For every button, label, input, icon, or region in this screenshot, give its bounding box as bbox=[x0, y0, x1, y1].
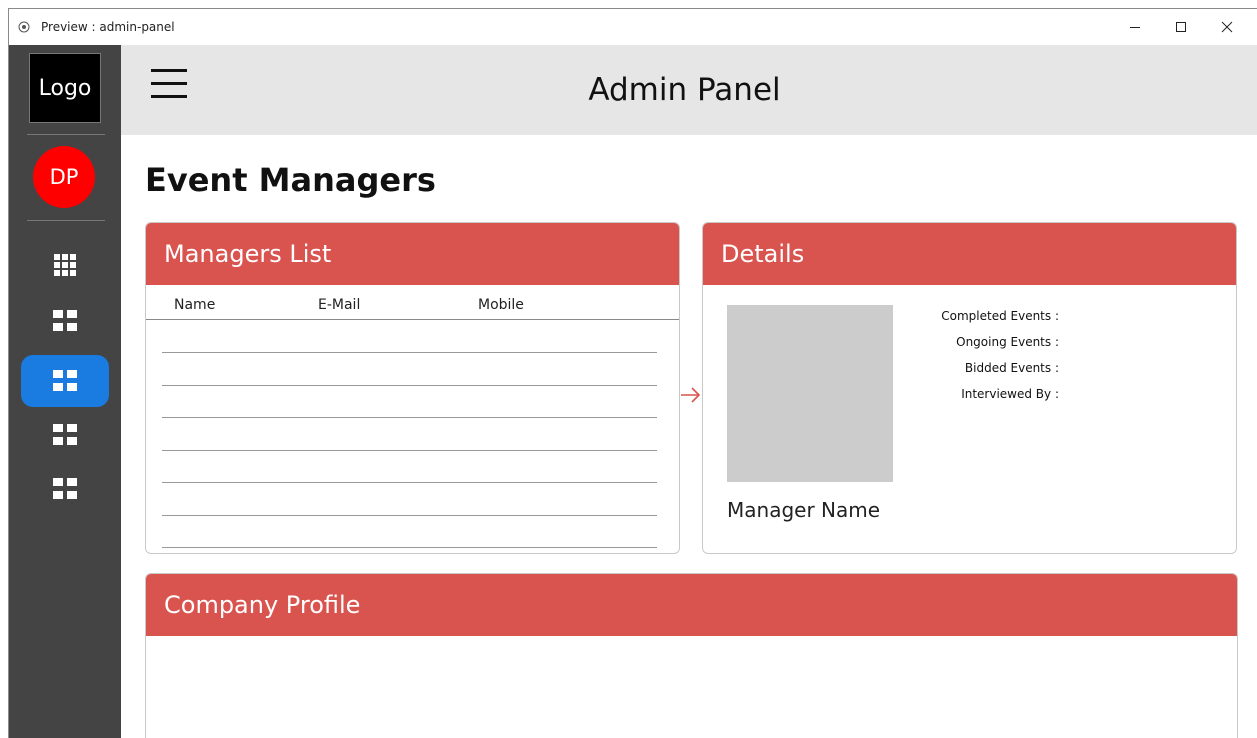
stat-interviewed-by: Interviewed By : bbox=[961, 387, 1059, 401]
logo: Logo bbox=[29, 53, 101, 123]
title-bar: Preview : admin-panel bbox=[9, 9, 1257, 45]
column-header-mobile[interactable]: Mobile bbox=[478, 297, 524, 313]
table-row[interactable] bbox=[162, 417, 657, 418]
maximize-button[interactable] bbox=[1158, 9, 1204, 45]
app-window: Preview : admin-panel Logo DP Admin Pane… bbox=[8, 8, 1257, 738]
sidebar-item-5[interactable] bbox=[21, 463, 109, 515]
sidebar: Logo DP bbox=[9, 45, 121, 738]
manager-stats: Completed Events : Ongoing Events : Bidd… bbox=[903, 309, 1059, 413]
grid-3x3-icon bbox=[54, 254, 76, 276]
window-controls bbox=[1112, 9, 1250, 45]
sidebar-item-2[interactable] bbox=[21, 295, 109, 347]
table-row[interactable] bbox=[162, 547, 657, 548]
close-button[interactable] bbox=[1204, 9, 1250, 45]
company-profile-title: Company Profile bbox=[146, 574, 1237, 636]
table-row[interactable] bbox=[162, 385, 657, 386]
stat-completed-events: Completed Events : bbox=[941, 309, 1059, 323]
grid-2x2-icon bbox=[53, 478, 77, 499]
close-icon bbox=[1221, 21, 1233, 33]
avatar[interactable]: DP bbox=[33, 146, 95, 208]
app-icon bbox=[17, 20, 31, 34]
stat-bidded-events: Bidded Events : bbox=[964, 361, 1059, 375]
menu-button[interactable] bbox=[151, 69, 187, 99]
grid-2x2-icon bbox=[53, 310, 77, 331]
table-row[interactable] bbox=[162, 450, 657, 451]
hamburger-icon bbox=[151, 69, 187, 72]
sidebar-item-4[interactable] bbox=[21, 409, 109, 461]
company-profile-card: Company Profile bbox=[145, 573, 1238, 738]
sidebar-item-1[interactable] bbox=[21, 239, 109, 291]
page-title: Event Managers bbox=[145, 161, 436, 199]
table-row[interactable] bbox=[162, 515, 657, 516]
sidebar-divider bbox=[27, 134, 105, 135]
maximize-icon bbox=[1176, 22, 1186, 32]
stat-ongoing-events: Ongoing Events : bbox=[956, 335, 1059, 349]
hamburger-icon bbox=[151, 95, 187, 98]
sidebar-item-3[interactable] bbox=[21, 355, 109, 407]
manager-name: Manager Name bbox=[727, 498, 881, 522]
grid-2x2-icon bbox=[53, 370, 77, 391]
arrow-right-icon bbox=[681, 387, 701, 403]
hamburger-icon bbox=[151, 82, 187, 85]
manager-photo bbox=[727, 305, 893, 482]
details-title: Details bbox=[703, 223, 1236, 285]
minimize-button[interactable] bbox=[1112, 9, 1158, 45]
window-title: Preview : admin-panel bbox=[41, 20, 175, 34]
managers-list-title: Managers List bbox=[146, 223, 679, 285]
details-card: Details Manager Name Completed Events : … bbox=[702, 222, 1237, 554]
sidebar-divider bbox=[27, 220, 105, 221]
column-header-email[interactable]: E-Mail bbox=[318, 297, 360, 313]
table-row[interactable] bbox=[162, 482, 657, 483]
column-header-name[interactable]: Name bbox=[174, 297, 215, 313]
grid-2x2-icon bbox=[53, 424, 77, 445]
header: Admin Panel bbox=[121, 45, 1257, 135]
minimize-icon bbox=[1130, 27, 1140, 28]
managers-list-card: Managers List Name E-Mail Mobile bbox=[145, 222, 680, 554]
header-title: Admin Panel bbox=[588, 72, 781, 108]
table-row[interactable] bbox=[162, 352, 657, 353]
table-header: Name E-Mail Mobile bbox=[146, 285, 679, 320]
